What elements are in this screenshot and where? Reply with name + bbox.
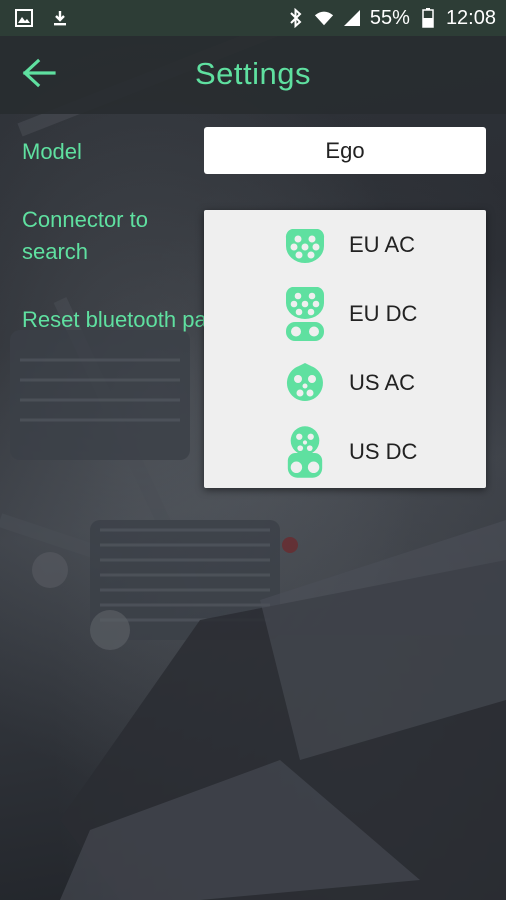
us-ac-connector-icon: [284, 353, 326, 413]
model-label: Model: [22, 139, 82, 164]
battery-percent: 55%: [369, 6, 410, 29]
image-icon: [14, 8, 34, 28]
option-label: US DC: [349, 438, 418, 464]
signal-icon: [342, 8, 362, 28]
option-eu-dc[interactable]: EU DC: [204, 279, 486, 348]
option-us-ac[interactable]: US AC: [204, 348, 486, 417]
status-bar: 55% 12:08: [0, 0, 506, 36]
us-dc-connector-icon: [284, 422, 326, 482]
wifi-icon: [314, 8, 334, 28]
app-bar: Settings: [0, 36, 506, 114]
option-eu-ac[interactable]: EU AC: [204, 210, 486, 279]
reset-bluetooth-label[interactable]: Reset bluetooth pai: [22, 304, 212, 336]
eu-dc-connector-icon: [284, 284, 326, 344]
page-title: Settings: [194, 56, 311, 91]
download-icon: [50, 8, 70, 28]
eu-ac-connector-icon: [284, 215, 326, 275]
option-us-dc[interactable]: US DC: [204, 417, 486, 486]
connector-label-line2: search: [22, 239, 89, 264]
option-label: EU DC: [349, 300, 418, 326]
option-label: EU AC: [349, 231, 416, 257]
option-label: US AC: [349, 369, 416, 395]
clock: 12:08: [445, 6, 496, 29]
bluetooth-icon: [286, 8, 306, 28]
connector-label-line1: Connector to: [22, 207, 148, 232]
connector-dropdown: EU AC EU DC US AC US DC: [204, 210, 486, 488]
battery-icon: [418, 8, 438, 28]
model-field[interactable]: Ego: [204, 127, 486, 174]
